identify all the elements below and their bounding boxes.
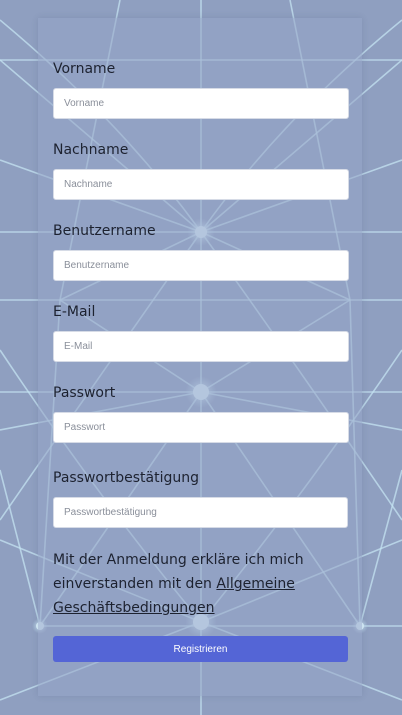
password-confirm-label: Passwortbestätigung	[53, 470, 200, 486]
first-name-label: Vorname	[53, 61, 116, 77]
password-label: Passwort	[53, 385, 116, 401]
username-input[interactable]	[53, 250, 349, 281]
last-name-label: Nachname	[53, 142, 129, 158]
email-input[interactable]	[53, 331, 349, 362]
last-name-input[interactable]	[53, 169, 349, 200]
terms-notice: Mit der Anmeldung erkläre ich mich einve…	[53, 548, 343, 620]
password-confirm-input[interactable]	[53, 497, 348, 528]
username-label: Benutzername	[53, 223, 156, 239]
email-label: E-Mail	[53, 304, 96, 320]
password-input[interactable]	[53, 412, 349, 443]
first-name-input[interactable]	[53, 88, 349, 119]
register-button[interactable]: Registrieren	[53, 636, 348, 662]
